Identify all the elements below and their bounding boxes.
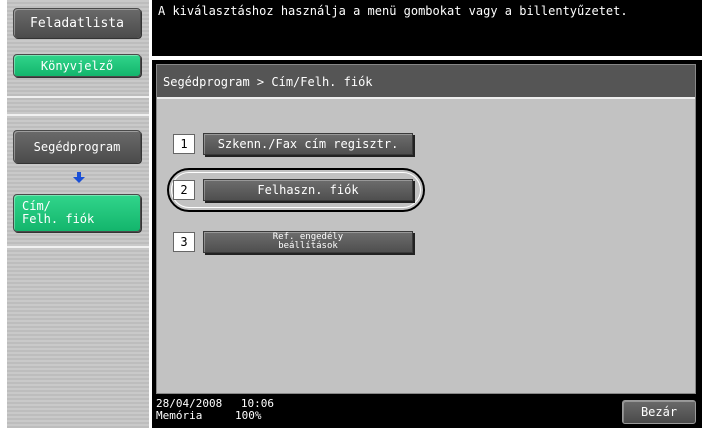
menu-button-label-line2: beállítások: [278, 241, 338, 251]
menu-area: Segédprogram > Cím/Felh. fiók 1 Szkenn./…: [156, 64, 696, 394]
utility-button[interactable]: Segédprogram: [13, 130, 141, 163]
memory-value: 100%: [234, 409, 262, 422]
main-panel: Segédprogram > Cím/Felh. fiók 1 Szkenn./…: [152, 60, 702, 428]
close-button[interactable]: Bezár: [622, 400, 696, 424]
permission-settings-button[interactable]: Ref. engedély beállítások: [203, 231, 413, 253]
user-account-button[interactable]: Felhaszn. fiók: [203, 179, 413, 201]
sidebar-divider: [7, 246, 149, 248]
status-area: 28/04/2008 10:06 Memória 100%: [156, 398, 274, 422]
sidebar-divider: [7, 96, 149, 98]
breadcrumb: Segédprogram > Cím/Felh. fiók: [157, 65, 695, 99]
job-list-button[interactable]: Feladatlista: [13, 8, 141, 38]
instruction-message: A kiválasztáshoz használja a menü gombok…: [158, 4, 628, 18]
current-location-button[interactable]: Cím/ Felh. fiók: [13, 194, 141, 232]
menu-number: 3: [173, 232, 195, 252]
utility-label: Segédprogram: [33, 139, 121, 154]
sidebar-divider: [7, 114, 149, 116]
menu-number: 1: [173, 134, 195, 154]
current-location-line2: Felh. fiók: [22, 212, 95, 226]
menu-item-3[interactable]: 3 Ref. engedély beállítások: [173, 229, 413, 255]
message-bar: A kiválasztáshoz használja a menü gombok…: [152, 0, 702, 56]
copier-screen: Feladatlista Könyvjelző Segédprogram Cím…: [0, 0, 702, 428]
arrow-down-icon: [73, 172, 85, 183]
scan-fax-address-register-button[interactable]: Szkenn./Fax cím regisztr.: [203, 133, 413, 155]
job-list-label: Feladatlista: [30, 15, 124, 31]
sidebar: Feladatlista Könyvjelző Segédprogram Cím…: [7, 0, 149, 428]
menu-number: 2: [173, 180, 195, 200]
bookmark-button[interactable]: Könyvjelző: [13, 54, 141, 77]
menu-item-1[interactable]: 1 Szkenn./Fax cím regisztr.: [173, 131, 413, 157]
menu-button-label: Szkenn./Fax cím regisztr.: [217, 136, 399, 151]
menu-item-2[interactable]: 2 Felhaszn. fiók: [173, 177, 413, 203]
close-label: Bezár: [640, 405, 678, 419]
menu-button-label: Felhaszn. fiók: [257, 182, 359, 197]
bookmark-label: Könyvjelző: [40, 58, 114, 73]
memory-label: Memória: [156, 409, 203, 422]
